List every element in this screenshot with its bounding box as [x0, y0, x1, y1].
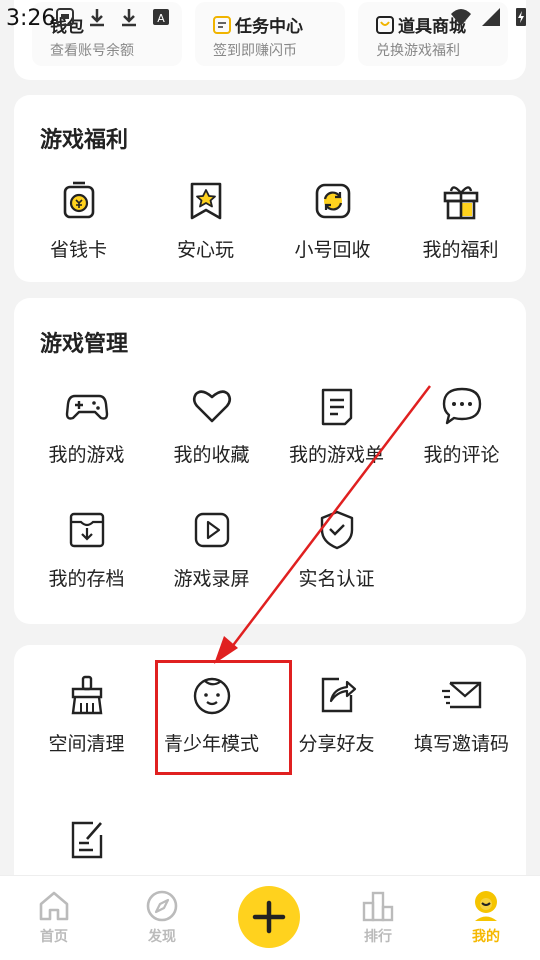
section-title: 游戏福利 [40, 128, 129, 153]
item-label: 安心玩 [176, 239, 234, 261]
welfare-item-savings-card[interactable]: 省钱卡 [16, 179, 141, 262]
welfare-item-my-welfare[interactable]: 我的福利 [398, 179, 523, 262]
download-icon [122, 9, 136, 27]
battery-icon [516, 8, 526, 26]
wallet-item-subtitle: 兑换游戏福利 [376, 43, 460, 59]
welfare-item-account-recycle[interactable]: 小号回收 [270, 179, 395, 262]
item-label: 实名认证 [298, 568, 375, 590]
item-label: 小号回收 [294, 239, 371, 261]
savings-card-icon [63, 181, 94, 219]
item-label: 我的收藏 [173, 444, 250, 466]
ranking-icon [362, 891, 394, 922]
nav-ranking[interactable]: 排行 [338, 888, 418, 946]
tools-item-space-cleanup[interactable]: 空间清理 [24, 673, 149, 756]
section-title: 游戏管理 [40, 332, 129, 357]
wallet-item-subtitle: 查看账号余额 [50, 43, 134, 59]
gift-icon [443, 186, 478, 220]
notification-doc-icon [56, 8, 74, 26]
play-record-icon [194, 512, 229, 548]
a-badge-icon: A [153, 9, 169, 25]
item-label: 分享好友 [298, 733, 375, 755]
nav-home[interactable]: 首页 [14, 888, 94, 946]
add-button[interactable] [238, 886, 300, 948]
game-welfare-card: 游戏福利 省钱卡 安心玩 小号回收 我的福利 [14, 95, 526, 282]
recycle-icon [315, 183, 350, 219]
tools-item-invite-code[interactable]: 填写邀请码 [399, 673, 524, 756]
profile-icon [475, 891, 497, 921]
item-label: 我的福利 [422, 239, 499, 261]
management-item-favorites[interactable]: 我的收藏 [149, 384, 274, 467]
management-item-archive[interactable]: 我的存档 [24, 508, 149, 591]
management-item-verification[interactable]: 实名认证 [274, 508, 399, 591]
broom-icon [71, 675, 102, 715]
nav-label: 发现 [148, 929, 176, 945]
plus-icon [252, 900, 286, 934]
envelope-icon [441, 681, 481, 709]
tools-item-edit[interactable] [24, 817, 149, 861]
nav-discover[interactable]: 发现 [122, 888, 202, 946]
status-bar: 3:26 A [0, 0, 540, 38]
item-label: 空间清理 [48, 733, 125, 755]
bottom-nav: 首页 发现 排行 我的 [0, 875, 540, 960]
download-icon [90, 9, 104, 27]
signal-icon [482, 8, 500, 26]
list-doc-icon [321, 388, 352, 426]
nav-label: 排行 [364, 929, 392, 945]
welfare-item-safe-play[interactable]: 安心玩 [143, 179, 268, 262]
nav-profile[interactable]: 我的 [446, 888, 526, 946]
status-time: 3:26 [6, 6, 56, 31]
tools-item-share[interactable]: 分享好友 [274, 673, 399, 756]
compass-icon [146, 890, 178, 922]
item-label: 游戏录屏 [173, 568, 250, 590]
item-label: 我的游戏单 [288, 444, 384, 466]
item-label: 我的评论 [423, 444, 500, 466]
comment-icon [442, 387, 481, 425]
nav-label: 我的 [472, 929, 500, 945]
wifi-icon [451, 9, 471, 26]
gamepad-icon [65, 394, 108, 420]
management-item-comments[interactable]: 我的评论 [399, 384, 524, 467]
wallet-item-subtitle: 签到即赚闪币 [213, 43, 297, 59]
shield-check-icon [320, 510, 353, 550]
management-item-game-list[interactable]: 我的游戏单 [274, 384, 399, 467]
share-icon [321, 677, 356, 713]
item-label: 我的存档 [48, 568, 125, 590]
star-badge-icon [190, 182, 221, 220]
item-label: 填写邀请码 [413, 733, 509, 755]
archive-icon [69, 512, 104, 548]
item-label: 我的游戏 [48, 444, 125, 466]
management-item-recording[interactable]: 游戏录屏 [149, 508, 274, 591]
item-label: 省钱卡 [49, 239, 107, 261]
svg-text:A: A [157, 12, 165, 25]
game-management-card: 游戏管理 我的游戏 我的收藏 我的游戏单 我的评论 我的存档 游戏录屏 实名认证 [14, 298, 526, 624]
home-icon [39, 891, 69, 921]
highlight-annotation-box [155, 660, 292, 775]
heart-icon [192, 390, 231, 423]
status-notification-icons: A [54, 6, 172, 28]
management-item-my-games[interactable]: 我的游戏 [24, 384, 149, 467]
nav-label: 首页 [40, 929, 68, 945]
status-system-icons [450, 6, 532, 28]
edit-note-icon [71, 821, 102, 859]
